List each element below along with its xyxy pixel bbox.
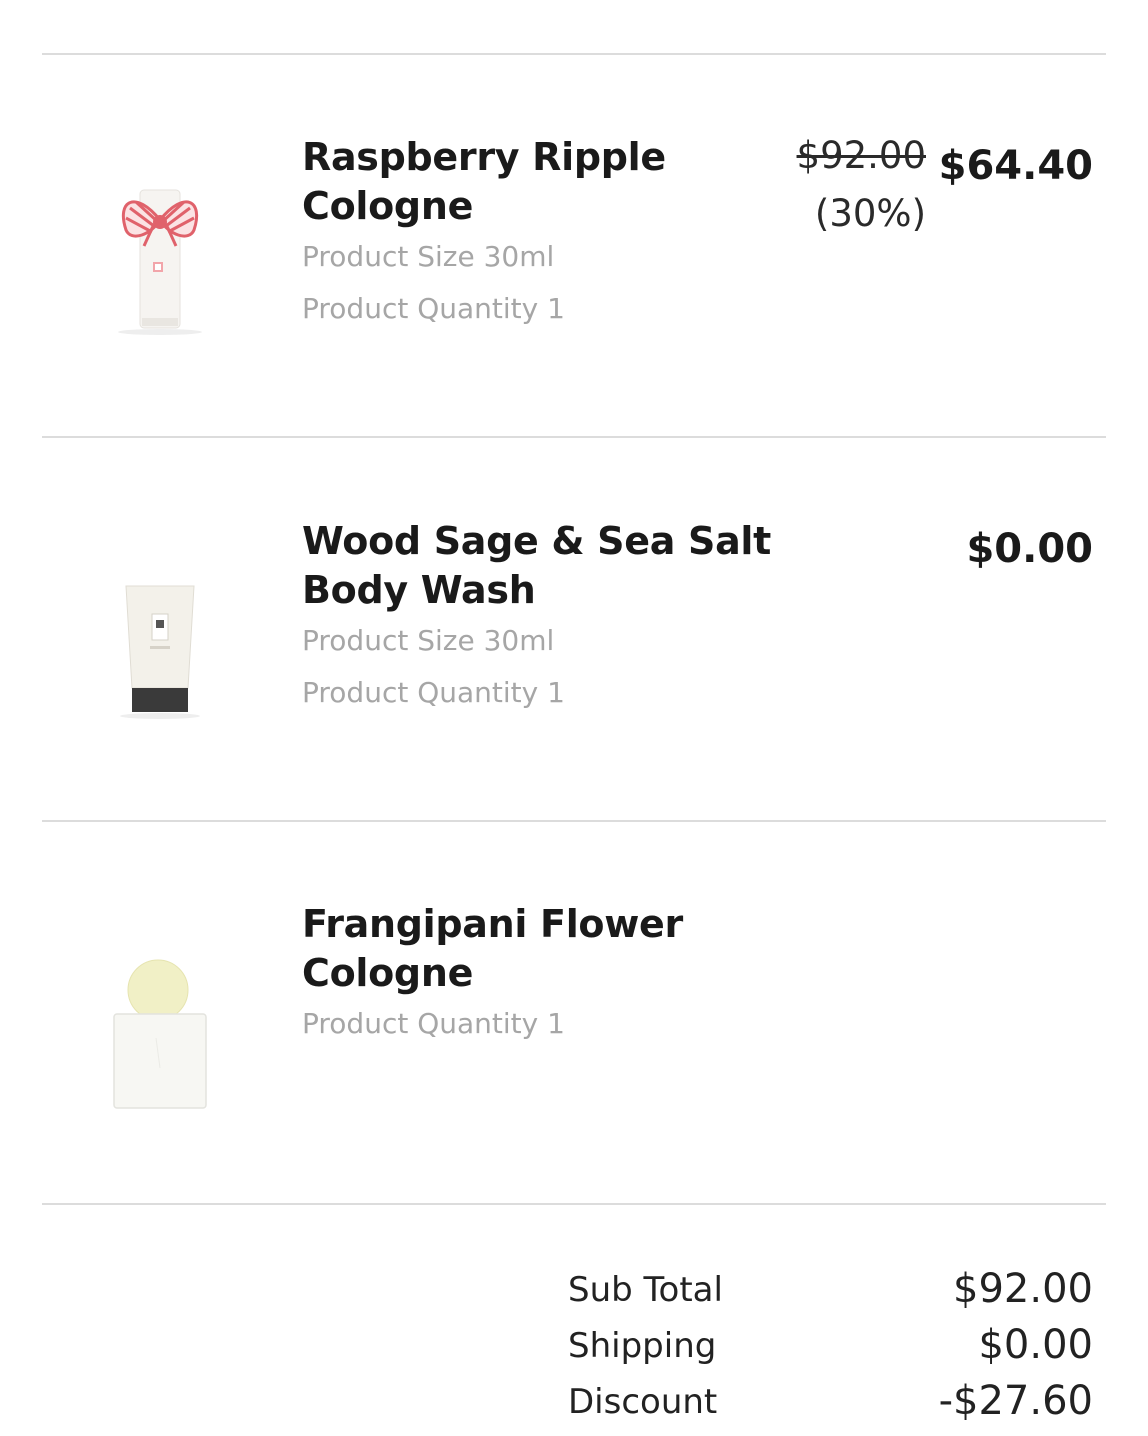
product-quantity: Product Quantity 1: [302, 676, 565, 709]
subtotal-value: $92.00: [953, 1266, 1093, 1312]
cologne-bottle-icon: [113, 959, 207, 1109]
original-price: $92.00: [796, 134, 926, 177]
cologne-bottle-icon: [118, 189, 202, 335]
summary-subtotal-row: Sub Total $92.00: [0, 1266, 1148, 1322]
product-name[interactable]: Wood Sage & Sea Salt Body Wash: [302, 517, 772, 615]
product-name[interactable]: Frangipani Flower Cologne: [302, 900, 772, 998]
divider-2: [42, 820, 1106, 822]
product-image-wood-sage[interactable]: [96, 570, 224, 740]
body-wash-tube-icon: [120, 585, 200, 719]
discount-percent: (30%): [814, 192, 926, 235]
product-name[interactable]: Raspberry Ripple Cologne: [302, 133, 772, 231]
shipping-value: $0.00: [978, 1322, 1093, 1368]
shipping-label: Shipping: [568, 1326, 717, 1366]
divider-1: [42, 436, 1106, 438]
subtotal-label: Sub Total: [568, 1270, 723, 1310]
divider-top: [42, 53, 1106, 55]
product-image-frangipani[interactable]: [96, 948, 224, 1118]
final-price: $64.40: [938, 143, 1093, 189]
product-quantity: Product Quantity 1: [302, 292, 565, 325]
discount-label: Discount: [568, 1382, 718, 1422]
product-image-raspberry-ripple[interactable]: [96, 180, 224, 350]
summary-shipping-row: Shipping $0.00: [0, 1322, 1148, 1378]
summary-discount-row: Discount -$27.60: [0, 1378, 1148, 1434]
discount-value: -$27.60: [938, 1378, 1093, 1424]
final-price: $0.00: [966, 526, 1093, 572]
product-quantity: Product Quantity 1: [302, 1007, 565, 1040]
product-size: Product Size 30ml: [302, 624, 555, 657]
product-size: Product Size 30ml: [302, 240, 555, 273]
divider-3: [42, 1203, 1106, 1205]
